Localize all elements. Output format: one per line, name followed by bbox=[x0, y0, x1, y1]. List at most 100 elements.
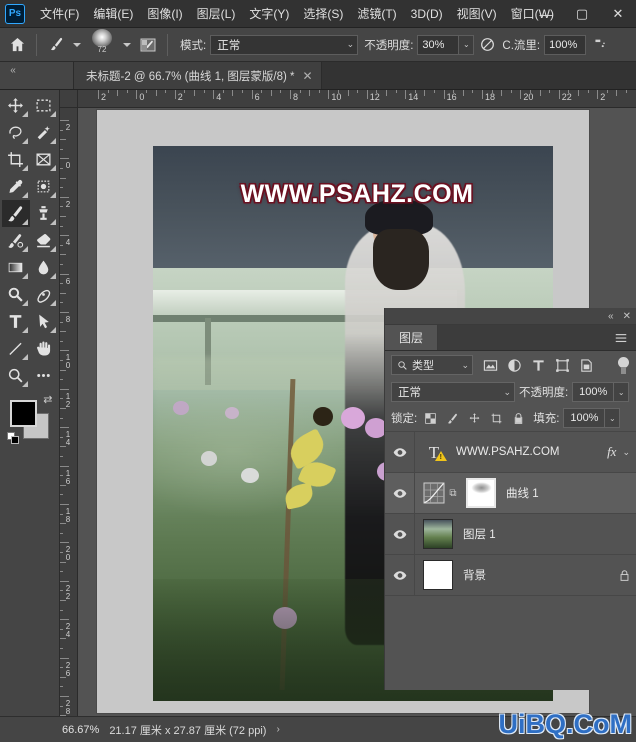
shape-filter-icon[interactable] bbox=[555, 358, 570, 373]
brush-tool[interactable] bbox=[1, 200, 30, 227]
ruler-label: 2 0 bbox=[65, 545, 71, 563]
layer-effects-cell[interactable]: fx ⌄ bbox=[607, 444, 630, 460]
airbrush-icon[interactable] bbox=[586, 32, 612, 58]
swap-colors-icon[interactable]: ⇄ bbox=[43, 395, 52, 406]
fx-icon[interactable]: fx bbox=[607, 444, 616, 460]
smart-object-filter-icon[interactable] bbox=[579, 358, 594, 373]
gradient-tool[interactable] bbox=[2, 254, 30, 281]
layer-opacity-stepper[interactable]: ⌄ bbox=[614, 382, 630, 402]
menu-image[interactable]: 图像(I) bbox=[140, 1, 189, 26]
frame-tool[interactable] bbox=[30, 146, 58, 173]
lock-image-icon[interactable] bbox=[446, 412, 459, 425]
pen-tool[interactable] bbox=[30, 281, 58, 308]
menu-layer[interactable]: 图层(L) bbox=[190, 1, 243, 26]
layer-visibility-toggle[interactable] bbox=[385, 432, 415, 472]
layer-mask-link-icon[interactable]: ⧉ bbox=[448, 488, 458, 499]
move-tool[interactable] bbox=[2, 92, 30, 119]
layer-visibility-toggle[interactable] bbox=[385, 473, 415, 513]
table-row[interactable]: 背景 bbox=[385, 555, 636, 596]
panel-collapse-icon[interactable]: « bbox=[0, 62, 26, 89]
blur-tool[interactable] bbox=[30, 254, 58, 281]
horizontal-ruler[interactable]: 2 0 2 4 6 8 10 12 14 16 18 20 22 2 bbox=[78, 90, 636, 108]
marquee-tool[interactable] bbox=[30, 92, 58, 119]
brush-panel-icon[interactable] bbox=[135, 32, 161, 58]
menu-file[interactable]: 文件(F) bbox=[33, 1, 86, 26]
layer-filter-select[interactable]: 类型 ⌄ bbox=[391, 355, 473, 375]
brush-icon[interactable] bbox=[43, 32, 69, 58]
layer-mask-thumbnail[interactable] bbox=[466, 478, 496, 508]
foreground-color-swatch[interactable] bbox=[9, 400, 37, 427]
lock-all-icon[interactable] bbox=[512, 412, 525, 425]
menu-type[interactable]: 文字(Y) bbox=[242, 1, 296, 26]
table-row[interactable]: 图层 1 bbox=[385, 514, 636, 555]
brush-dropdown-caret[interactable] bbox=[73, 42, 81, 47]
layer-opacity-value[interactable]: 100% bbox=[572, 382, 615, 402]
hand-tool[interactable] bbox=[30, 335, 58, 362]
brush-preset-preview[interactable]: 72 bbox=[85, 28, 119, 60]
lock-artboard-icon[interactable] bbox=[490, 412, 503, 425]
eraser-tool[interactable] bbox=[30, 227, 58, 254]
close-button[interactable]: ✕ bbox=[600, 0, 636, 28]
crop-tool[interactable] bbox=[2, 146, 30, 173]
fill-value[interactable]: 100% bbox=[563, 408, 606, 428]
opacity-stepper[interactable]: ⌄ bbox=[459, 34, 475, 55]
lock-position-icon[interactable] bbox=[468, 412, 481, 425]
filter-power-toggle[interactable] bbox=[617, 356, 630, 374]
panel-collapse-icon[interactable]: « bbox=[608, 311, 614, 322]
spot-healing-tool[interactable] bbox=[30, 173, 58, 200]
history-brush-tool[interactable] bbox=[2, 227, 30, 254]
home-icon[interactable] bbox=[4, 32, 30, 58]
lasso-tool[interactable] bbox=[2, 119, 30, 146]
zoom-level[interactable]: 66.67% bbox=[62, 724, 99, 736]
vertical-ruler[interactable]: 2 0 2 4 6 8 1 0 1 2 1 4 1 6 1 8 2 0 2 2 2 4 2 6 2 8 bbox=[60, 108, 78, 716]
menu-view[interactable]: 视图(V) bbox=[450, 1, 504, 26]
dodge-tool[interactable] bbox=[2, 281, 30, 308]
curves-adjustment-thumbnail[interactable] bbox=[423, 482, 445, 504]
clone-stamp-tool[interactable] bbox=[30, 200, 58, 227]
layer-thumbnail[interactable] bbox=[423, 519, 453, 549]
layer-visibility-toggle[interactable] bbox=[385, 555, 415, 595]
color-swatches[interactable]: ⇄ bbox=[6, 395, 53, 444]
menu-edit[interactable]: 编辑(E) bbox=[86, 1, 140, 26]
lock-transparency-icon[interactable] bbox=[424, 412, 437, 425]
flow-control[interactable]: 100% bbox=[544, 34, 587, 55]
fill-stepper[interactable]: ⌄ bbox=[605, 408, 621, 428]
panel-close-icon[interactable]: ✕ bbox=[623, 311, 631, 322]
fill-control[interactable]: 100% ⌄ bbox=[563, 408, 621, 428]
quick-select-tool[interactable] bbox=[30, 119, 58, 146]
pressure-opacity-icon[interactable] bbox=[474, 32, 500, 58]
document-tab[interactable]: 未标题-2 @ 66.7% (曲线 1, 图层蒙版/8) * ✕ bbox=[74, 62, 322, 89]
close-icon[interactable]: ✕ bbox=[303, 69, 313, 83]
flow-value[interactable]: 100% bbox=[544, 34, 587, 55]
layer-thumbnail[interactable] bbox=[423, 560, 453, 590]
brush-preset-caret[interactable] bbox=[123, 42, 131, 47]
table-row[interactable]: ⧉ 曲线 1 bbox=[385, 473, 636, 514]
chevron-down-icon[interactable]: ⌄ bbox=[622, 447, 630, 458]
status-expand-icon[interactable]: › bbox=[276, 724, 279, 735]
blend-mode-select[interactable]: 正常 ⌄ bbox=[210, 34, 359, 55]
line-tool[interactable] bbox=[2, 335, 30, 362]
menu-3d[interactable]: 3D(D) bbox=[404, 3, 450, 25]
layer-blend-mode-select[interactable]: 正常 ⌄ bbox=[391, 382, 515, 402]
table-row[interactable]: T ! WWW.PSAHZ.COM fx ⌄ bbox=[385, 432, 636, 473]
type-tool[interactable] bbox=[2, 308, 30, 335]
type-filter-icon[interactable] bbox=[531, 358, 546, 373]
default-colors-icon[interactable] bbox=[6, 432, 19, 444]
more-tools-icon[interactable] bbox=[30, 362, 58, 389]
ruler-minor-tick bbox=[117, 90, 119, 96]
minimize-button[interactable]: — bbox=[528, 0, 564, 28]
opacity-value[interactable]: 30% bbox=[417, 34, 460, 55]
zoom-tool[interactable] bbox=[2, 362, 30, 389]
menu-select[interactable]: 选择(S) bbox=[296, 1, 350, 26]
eyedropper-tool[interactable] bbox=[2, 173, 30, 200]
opacity-control[interactable]: 30% ⌄ bbox=[417, 34, 475, 55]
path-select-tool[interactable] bbox=[30, 308, 58, 335]
menu-filter[interactable]: 滤镜(T) bbox=[350, 1, 403, 26]
adjustment-filter-icon[interactable] bbox=[507, 358, 522, 373]
tab-layers[interactable]: 图层 bbox=[385, 325, 439, 350]
layer-visibility-toggle[interactable] bbox=[385, 514, 415, 554]
pixel-filter-icon[interactable] bbox=[483, 358, 498, 373]
layer-opacity-control[interactable]: 100% ⌄ bbox=[572, 382, 630, 402]
hamburger-icon[interactable] bbox=[614, 325, 636, 350]
maximize-button[interactable]: ▢ bbox=[564, 0, 600, 28]
